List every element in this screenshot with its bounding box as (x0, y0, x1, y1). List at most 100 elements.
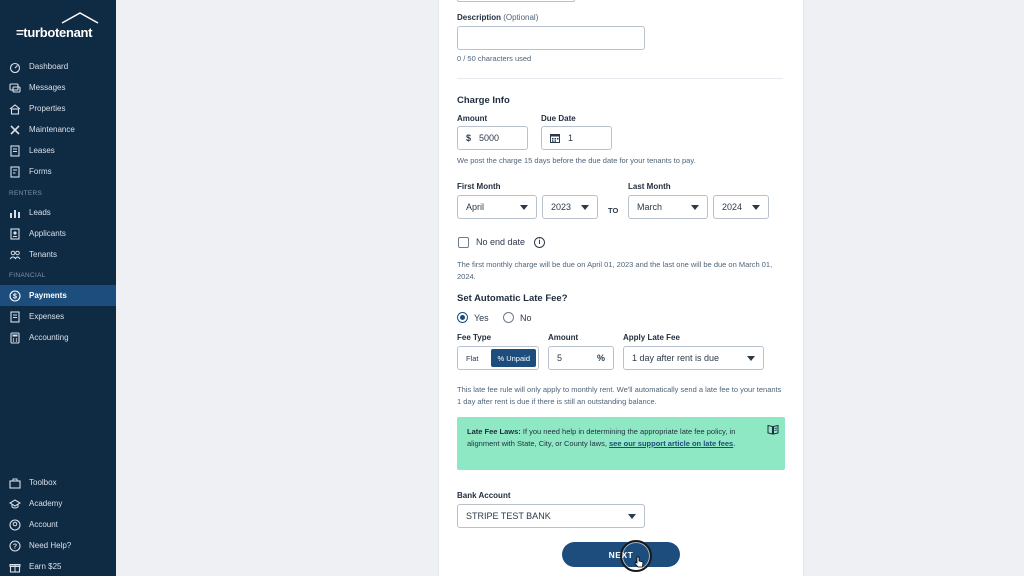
section-divider (457, 78, 783, 79)
sidebar-item-label: Toolbox (29, 478, 57, 487)
sidebar-item-leads[interactable]: Leads (0, 202, 116, 223)
sidebar-item-messages[interactable]: Messages (0, 77, 116, 98)
description-label: Description (Optional) (457, 13, 539, 22)
graduation-icon (9, 498, 21, 510)
amount-label: Amount (457, 114, 488, 123)
sidebar: =turbotenant Dashboard Messages Properties… (0, 0, 116, 576)
info-icon[interactable]: i (534, 237, 545, 248)
apply-late-fee-label: Apply Late Fee (623, 333, 680, 342)
bank-account-select[interactable]: STRIPE TEST BANK (457, 504, 645, 528)
sidebar-item-label: Leads (29, 208, 51, 217)
sidebar-item-label: Properties (29, 104, 66, 113)
sidebar-item-forms[interactable]: Forms (0, 161, 116, 182)
sidebar-item-label: Applicants (29, 229, 66, 238)
wrench-icon (9, 124, 21, 136)
section-financial: FINANCIAL (9, 272, 46, 279)
sidebar-item-label: Account (29, 520, 58, 529)
sidebar-item-toolbox[interactable]: Toolbox (0, 472, 116, 493)
dollar-prefix: $ (466, 133, 472, 143)
sidebar-item-label: Need Help? (29, 541, 72, 550)
description-input[interactable] (457, 26, 645, 50)
sidebar-item-maintenance[interactable]: Maintenance (0, 119, 116, 140)
document-icon (9, 144, 21, 157)
sidebar-item-label: Earn $25 (29, 562, 62, 571)
account-icon (9, 518, 21, 531)
bank-account-label: Bank Account (457, 491, 511, 500)
brand-name: =turbotenant (16, 25, 93, 40)
home-icon (9, 103, 21, 115)
support-article-link[interactable]: see our support article on late fees (609, 439, 733, 448)
calendar-icon (550, 133, 560, 143)
last-month-label: Last Month (628, 182, 671, 191)
svg-text:$: $ (13, 293, 17, 300)
due-date-input[interactable]: 1 (541, 126, 612, 150)
chevron-down-icon (747, 355, 755, 361)
svg-text:?: ? (13, 543, 17, 550)
sidebar-item-account[interactable]: Account (0, 514, 116, 535)
hand-cursor-icon (634, 555, 644, 573)
to-label: TO (608, 206, 619, 215)
late-fee-yes-option[interactable]: Yes (457, 312, 489, 323)
chevron-down-icon (520, 204, 528, 210)
amount-input[interactable]: $ 5000 (457, 126, 528, 150)
gauge-icon (9, 61, 21, 73)
amount-value: 5000 (479, 133, 500, 143)
gift-icon (9, 561, 21, 573)
late-fee-note: This late fee rule will only apply to mo… (457, 385, 782, 406)
apply-late-fee-select[interactable]: 1 day after rent is due (623, 346, 764, 370)
char-count: 0 / 50 characters used (457, 54, 532, 63)
roof-icon (61, 12, 99, 24)
chevron-down-icon (581, 204, 589, 210)
fee-amount-label: Amount (548, 333, 579, 342)
sidebar-item-earn-25[interactable]: Earn $25 (0, 556, 116, 576)
sidebar-item-need-help[interactable]: ? Need Help? (0, 535, 116, 556)
sidebar-item-applicants[interactable]: Applicants (0, 223, 116, 244)
due-date-value: 1 (568, 133, 574, 143)
receipt-icon (9, 310, 21, 323)
tenants-icon (9, 249, 21, 261)
no-end-date-checkbox[interactable] (458, 237, 469, 248)
sidebar-item-label: Messages (29, 83, 66, 92)
first-month-select[interactable]: April (457, 195, 537, 219)
chevron-down-icon (752, 204, 760, 210)
fee-type-toggle: Flat % Unpaid (457, 346, 539, 370)
due-date-label: Due Date (541, 114, 576, 123)
last-year-select[interactable]: 2024 (713, 195, 769, 219)
sidebar-item-payments[interactable]: $ Payments (0, 285, 116, 306)
first-year-select[interactable]: 2023 (542, 195, 598, 219)
schedule-note: The first monthly charge will be due on … (457, 260, 773, 281)
chevron-down-icon (691, 204, 699, 210)
sidebar-item-leases[interactable]: Leases (0, 140, 116, 161)
sidebar-item-label: Dashboard (29, 62, 69, 71)
late-fee-no-option[interactable]: No (503, 312, 532, 323)
fee-amount-input[interactable]: 5 % (548, 346, 614, 370)
charge-note: We post the charge 15 days before the du… (457, 156, 696, 165)
sidebar-item-accounting[interactable]: Accounting (0, 327, 116, 348)
charge-info-title: Charge Info (457, 95, 510, 106)
applicant-icon (9, 227, 21, 240)
form-card (438, 0, 804, 576)
chevron-down-icon (628, 513, 636, 519)
sidebar-item-label: Leases (29, 146, 55, 155)
sidebar-item-tenants[interactable]: Tenants (0, 244, 116, 265)
sidebar-item-expenses[interactable]: Expenses (0, 306, 116, 327)
book-icon (767, 422, 779, 440)
brand-logo[interactable]: =turbotenant (16, 12, 102, 40)
sidebar-item-academy[interactable]: Academy (0, 493, 116, 514)
section-renters: RENTERS (9, 190, 43, 197)
no-end-date-label: No end date (476, 237, 526, 247)
last-month-select[interactable]: March (628, 195, 708, 219)
form-icon (9, 165, 21, 178)
sidebar-item-label: Tenants (29, 250, 58, 259)
fee-type-flat[interactable]: Flat (460, 354, 485, 363)
help-icon: ? (9, 539, 21, 552)
dollar-icon: $ (9, 289, 21, 302)
sidebar-item-dashboard[interactable]: Dashboard (0, 56, 116, 77)
fee-type-unpaid[interactable]: % Unpaid (491, 349, 536, 367)
late-fee-laws-notice: Late Fee Laws: If you need help in deter… (457, 417, 785, 470)
sidebar-item-properties[interactable]: Properties (0, 98, 116, 119)
sidebar-item-label: Forms (29, 167, 52, 176)
toolbox-icon (9, 477, 21, 489)
radio-selected-icon (457, 312, 468, 323)
sidebar-item-label: Accounting (29, 333, 69, 342)
